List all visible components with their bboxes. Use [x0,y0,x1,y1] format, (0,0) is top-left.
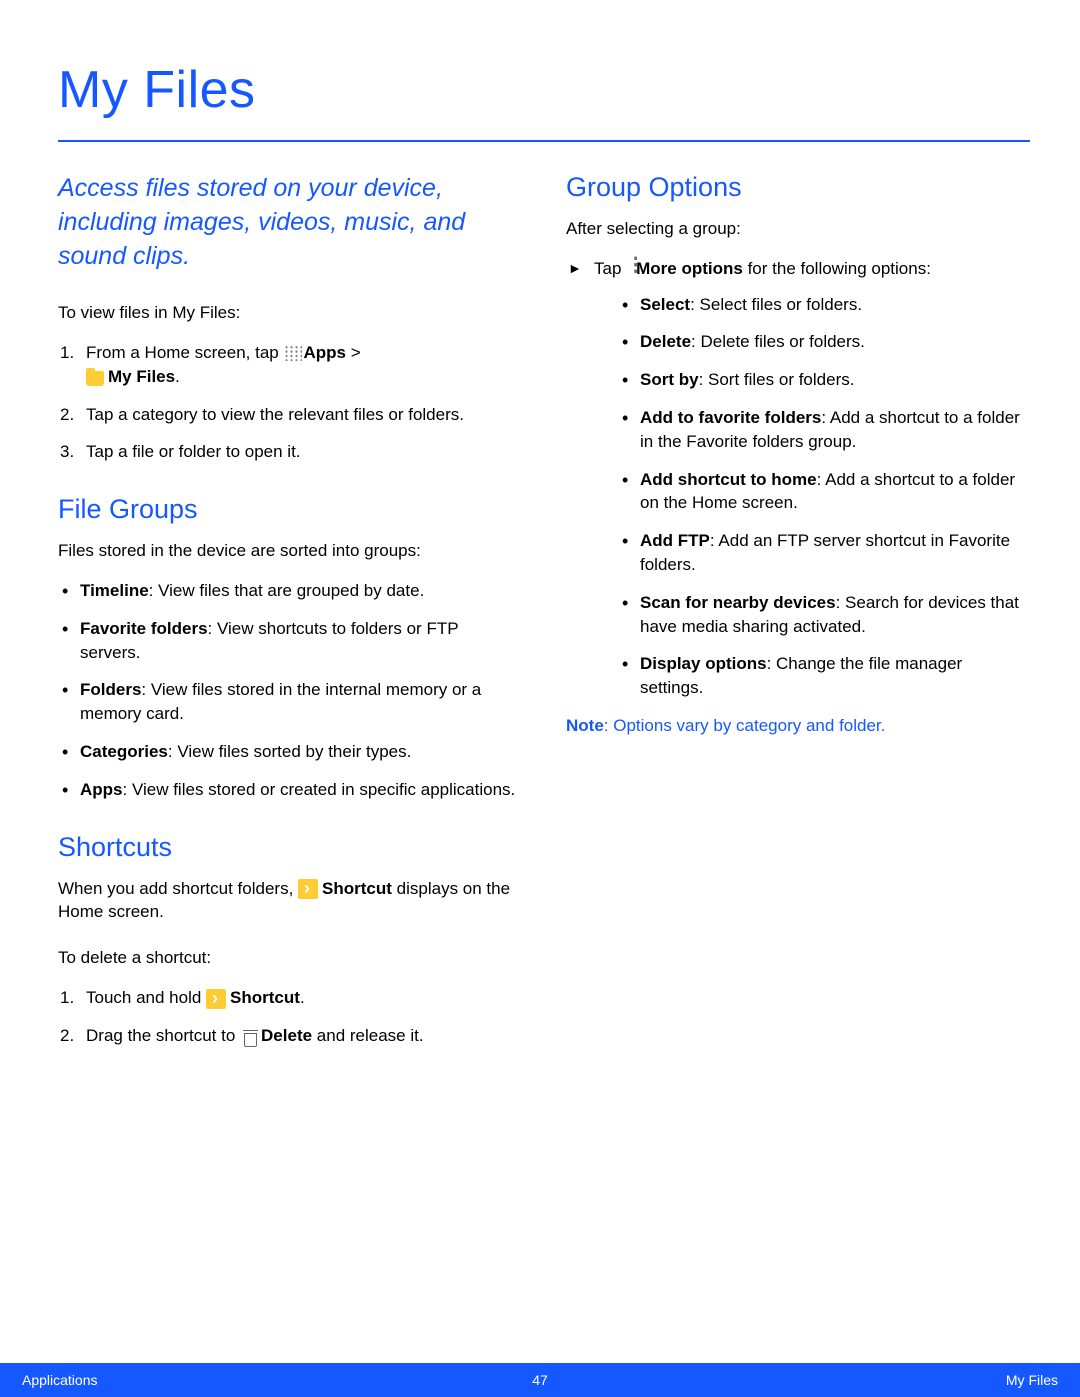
item-label: Timeline [80,581,149,600]
more-options-label: More options [636,259,743,278]
list-item: Folders: View files stored in the intern… [58,678,522,726]
item-text: : View files stored or created in specif… [123,780,516,799]
item-label: Add FTP [640,531,710,550]
step-text: From a Home screen, tap [86,343,283,362]
list-item: Touch and hold Shortcut. [58,986,522,1010]
item-text: : View files stored in the internal memo… [80,680,481,723]
item-label: Scan for nearby devices [640,593,836,612]
view-steps-list: From a Home screen, tap Apps > My Files.… [58,341,522,464]
view-lead: To view files in My Files: [58,301,522,325]
group-options-lead: After selecting a group: [566,217,1030,241]
list-item: Select: Select files or folders. [618,293,1030,317]
delete-shortcut-lead: To delete a shortcut: [58,946,522,970]
myfiles-label: My Files [108,367,175,386]
step-suffix: and release it. [312,1026,424,1045]
more-options-icon [626,259,634,276]
item-label: Add to favorite folders [640,408,821,427]
shortcut-icon [298,879,318,899]
intro-text: Access files stored on your device, incl… [58,172,522,273]
note-body: : Options vary by category and folder. [604,716,886,735]
folder-icon [86,371,104,386]
list-item: Tap a category to view the relevant file… [58,403,522,427]
left-column: Access files stored on your device, incl… [58,172,522,1062]
list-item: Add FTP: Add an FTP server shortcut in F… [618,529,1030,577]
list-item: Delete: Delete files or folders. [618,330,1030,354]
list-item: Scan for nearby devices: Search for devi… [618,591,1030,639]
item-label: Apps [80,780,123,799]
footer-topic-name: My Files [548,1372,1058,1388]
list-item: Drag the shortcut to Delete and release … [58,1024,522,1048]
item-label: Add shortcut to home [640,470,817,489]
arrow-suffix: for the following options: [743,259,931,278]
item-label: Favorite folders [80,619,208,638]
item-text: : View files sorted by their types. [168,742,411,761]
step-suffix: . [300,988,305,1007]
item-text: : Select files or folders. [690,295,862,314]
step-prefix: Touch and hold [86,988,206,1007]
note-label: Note [566,716,604,735]
item-text: : Delete files or folders. [691,332,865,351]
group-options-list: Select: Select files or folders. Delete:… [618,293,1030,700]
lead-prefix: When you add shortcut folders, [58,879,298,898]
apps-grid-icon [283,344,302,361]
list-item: Add to favorite folders: Add a shortcut … [618,406,1030,454]
item-label: Sort by [640,370,699,389]
file-groups-list: Timeline: View files that are grouped by… [58,579,522,802]
item-label: Categories [80,742,168,761]
step-prefix: Drag the shortcut to [86,1026,240,1045]
list-item: Add shortcut to home: Add a shortcut to … [618,468,1030,516]
list-item: Categories: View files sorted by their t… [58,740,522,764]
shortcut-label: Shortcut [230,988,300,1007]
shortcut-icon [206,989,226,1009]
list-item: From a Home screen, tap Apps > My Files. [58,341,522,389]
separator: > [346,343,361,362]
arrow-prefix: Tap [594,259,626,278]
list-item: Timeline: View files that are grouped by… [58,579,522,603]
group-options-heading: Group Options [566,172,1030,203]
arrow-step: Tap More options for the following optio… [566,257,1030,700]
footer-section-name: Applications [22,1372,532,1388]
list-item: Apps: View files stored or created in sp… [58,778,522,802]
item-text: : Sort files or folders. [699,370,855,389]
item-label: Display options [640,654,767,673]
file-groups-heading: File Groups [58,494,522,525]
two-column-layout: Access files stored on your device, incl… [58,172,1030,1062]
file-groups-lead: Files stored in the device are sorted in… [58,539,522,563]
list-item: Favorite folders: View shortcuts to fold… [58,617,522,665]
shortcuts-lead: When you add shortcut folders, Shortcut … [58,877,522,925]
apps-label: Apps [303,343,346,362]
delete-shortcut-steps: Touch and hold Shortcut. Drag the shortc… [58,986,522,1048]
item-text: : View files that are grouped by date. [149,581,425,600]
delete-label: Delete [261,1026,312,1045]
item-label: Select [640,295,690,314]
trash-icon [243,1030,258,1047]
item-label: Delete [640,332,691,351]
shortcut-label: Shortcut [322,879,392,898]
list-item: Display options: Change the file manager… [618,652,1030,700]
title-rule [58,140,1030,142]
list-item: Tap a file or folder to open it. [58,440,522,464]
shortcuts-heading: Shortcuts [58,832,522,863]
footer-page-number: 47 [532,1372,548,1388]
period: . [175,367,180,386]
list-item: Sort by: Sort files or folders. [618,368,1030,392]
page-footer: Applications 47 My Files [0,1363,1080,1397]
page-title: My Files [58,60,1030,120]
note-text: Note: Options vary by category and folde… [566,714,1030,738]
right-column: Group Options After selecting a group: T… [566,172,1030,1062]
item-label: Folders [80,680,141,699]
